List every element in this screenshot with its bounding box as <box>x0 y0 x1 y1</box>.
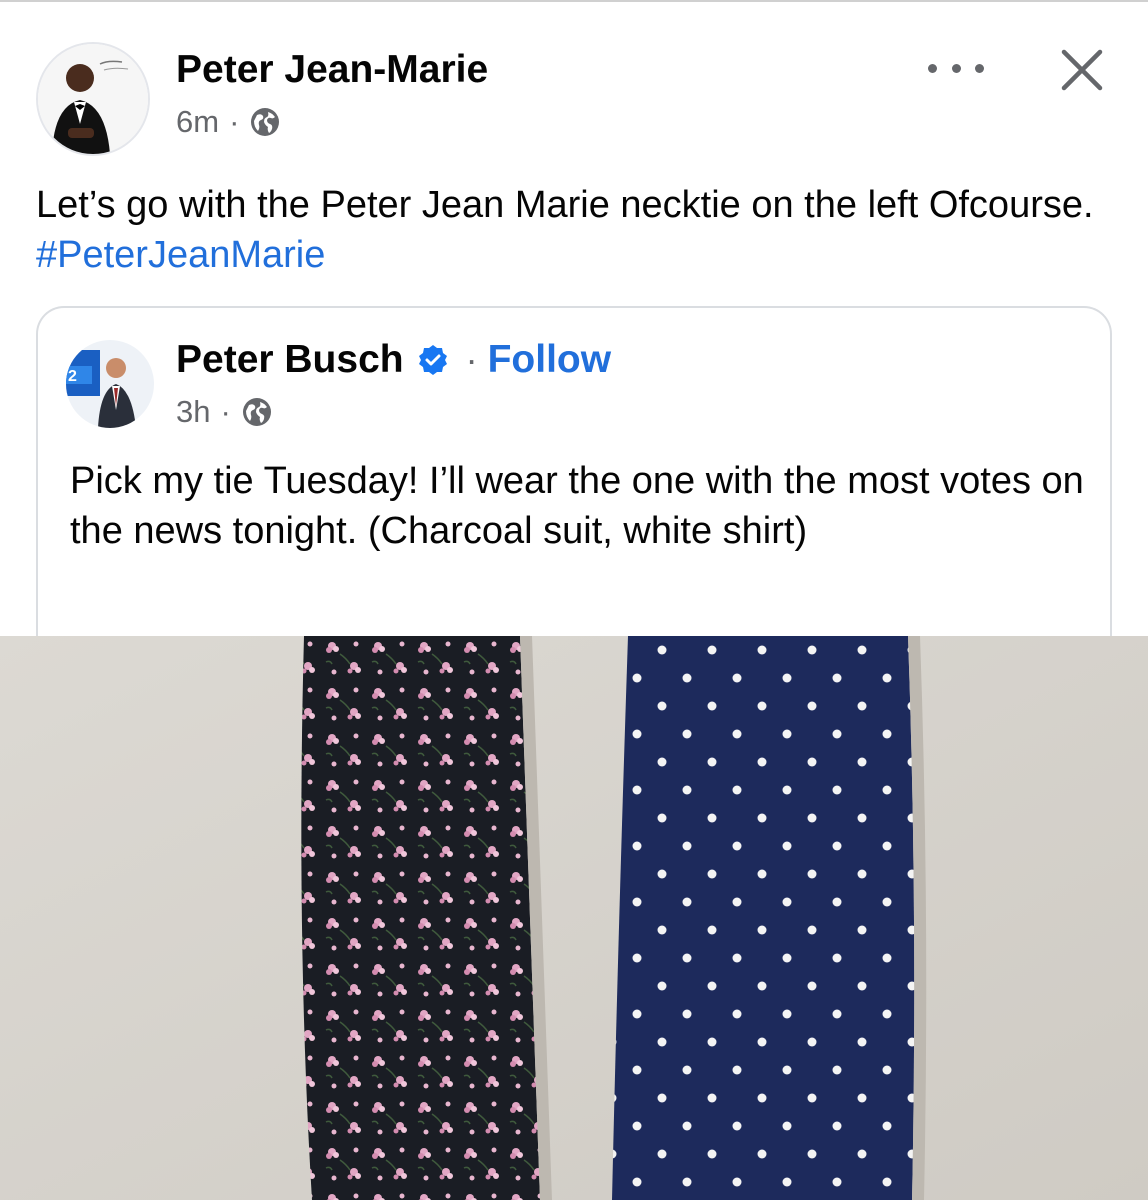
meta-separator: · <box>229 104 240 139</box>
post-text: Let’s go with the Peter Jean Marie neckt… <box>36 180 1126 280</box>
globe-icon <box>249 106 281 138</box>
author-name[interactable]: Peter Jean-Marie <box>176 48 488 92</box>
close-icon <box>1061 49 1103 91</box>
post-meta: 6m · <box>176 104 281 140</box>
floral-tie <box>301 636 540 1200</box>
shared-meta-separator: · <box>220 394 231 429</box>
more-options-button[interactable] <box>928 48 984 88</box>
shared-author-name[interactable]: Peter Busch <box>176 338 404 382</box>
hashtag-link[interactable]: #PeterJeanMarie <box>36 234 325 276</box>
verified-badge-icon <box>418 345 447 375</box>
follow-button[interactable]: Follow <box>488 338 611 382</box>
ties-photo[interactable] <box>0 636 1148 1200</box>
top-divider <box>0 0 1148 2</box>
more-horizontal-icon <box>928 63 937 73</box>
post-text-body: Let’s go with the Peter Jean Marie neckt… <box>36 184 1094 226</box>
follow-separator: · <box>465 339 478 380</box>
close-button[interactable] <box>1056 44 1108 96</box>
shared-post-text: Pick my tie Tuesday! I’ll wear the one w… <box>70 460 1084 552</box>
svg-text:2: 2 <box>68 368 77 385</box>
globe-icon <box>241 396 273 428</box>
post-timestamp[interactable]: 6m <box>176 104 219 140</box>
shared-post-meta: 3h · <box>176 394 273 430</box>
shared-post-timestamp[interactable]: 3h <box>176 394 210 430</box>
author-avatar[interactable] <box>36 42 150 156</box>
shared-author-row: Peter Busch · Follow <box>176 338 611 382</box>
shared-author-avatar[interactable]: 2 <box>66 340 154 428</box>
polka-dot-tie <box>612 636 915 1200</box>
